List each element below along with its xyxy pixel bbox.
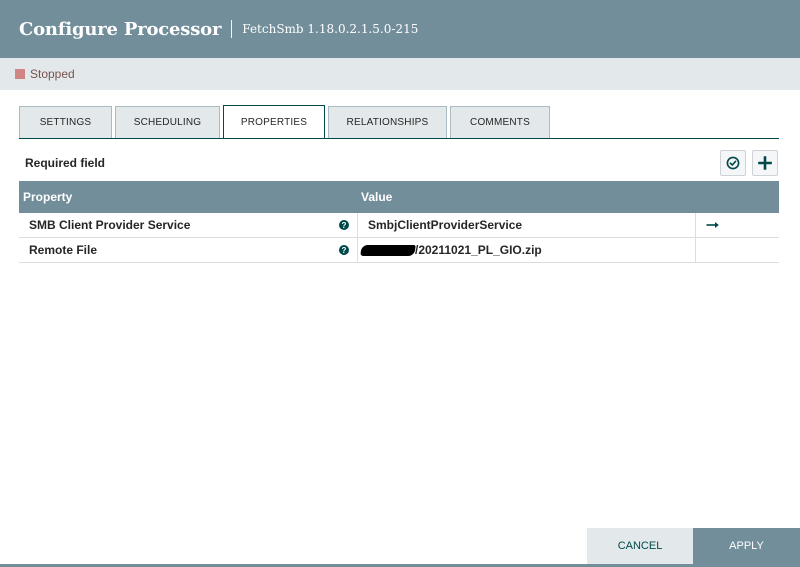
tab-underline: [19, 138, 779, 139]
table-row: Remote File ? /20211021_PL_GIO.zip: [19, 238, 779, 263]
property-name: Remote File: [29, 243, 98, 257]
property-value-cell[interactable]: SmbjClientProviderService: [358, 213, 696, 237]
header-divider: [231, 20, 233, 38]
required-field-label: Required field: [25, 156, 106, 170]
property-name-cell: Remote File ?: [19, 238, 358, 262]
check-circle-icon: [726, 156, 740, 170]
help-icon[interactable]: ?: [339, 245, 349, 255]
arrow-right-icon[interactable]: [706, 221, 720, 229]
cancel-button[interactable]: CANCEL: [587, 528, 693, 564]
property-name-cell: SMB Client Provider Service ?: [19, 213, 358, 237]
stopped-status-icon: [15, 69, 25, 79]
status-text: Stopped: [30, 67, 75, 81]
processor-type-label: FetchSmb 1.18.0.2.1.5.0-215: [242, 22, 419, 36]
properties-table: Property Value SMB Client Provider Servi…: [19, 181, 779, 263]
help-icon[interactable]: ?: [339, 220, 349, 230]
plus-icon: [758, 156, 772, 170]
property-action-cell: [696, 213, 779, 237]
table-row: SMB Client Provider Service ? SmbjClient…: [19, 213, 779, 238]
tab-properties[interactable]: PROPERTIES: [223, 105, 325, 139]
dialog-footer: CANCEL APPLY: [0, 528, 800, 567]
apply-button[interactable]: APPLY: [693, 528, 800, 564]
verify-properties-button[interactable]: [720, 150, 746, 176]
dialog-header: Configure Processor FetchSmb 1.18.0.2.1.…: [0, 0, 800, 58]
property-name: SMB Client Provider Service: [29, 218, 191, 232]
tab-bar: SETTINGS SCHEDULING PROPERTIES RELATIONS…: [19, 105, 553, 139]
dialog-title: Configure Processor: [19, 18, 222, 40]
column-header-property[interactable]: Property: [19, 190, 361, 204]
tab-comments[interactable]: COMMENTS: [450, 106, 550, 138]
tab-settings[interactable]: SETTINGS: [19, 106, 112, 138]
tab-scheduling[interactable]: SCHEDULING: [115, 106, 220, 138]
add-property-button[interactable]: [752, 150, 778, 176]
property-value: SmbjClientProviderService: [368, 218, 523, 232]
property-action-cell: [696, 238, 779, 262]
redaction-mark: [360, 244, 416, 256]
property-value: /20211021_PL_GIO.zip: [415, 243, 542, 257]
table-header: Property Value: [19, 181, 779, 213]
status-bar: Stopped: [0, 58, 800, 90]
property-value-cell[interactable]: /20211021_PL_GIO.zip: [358, 238, 696, 262]
column-header-value[interactable]: Value: [361, 190, 392, 204]
tab-relationships[interactable]: RELATIONSHIPS: [328, 106, 447, 138]
